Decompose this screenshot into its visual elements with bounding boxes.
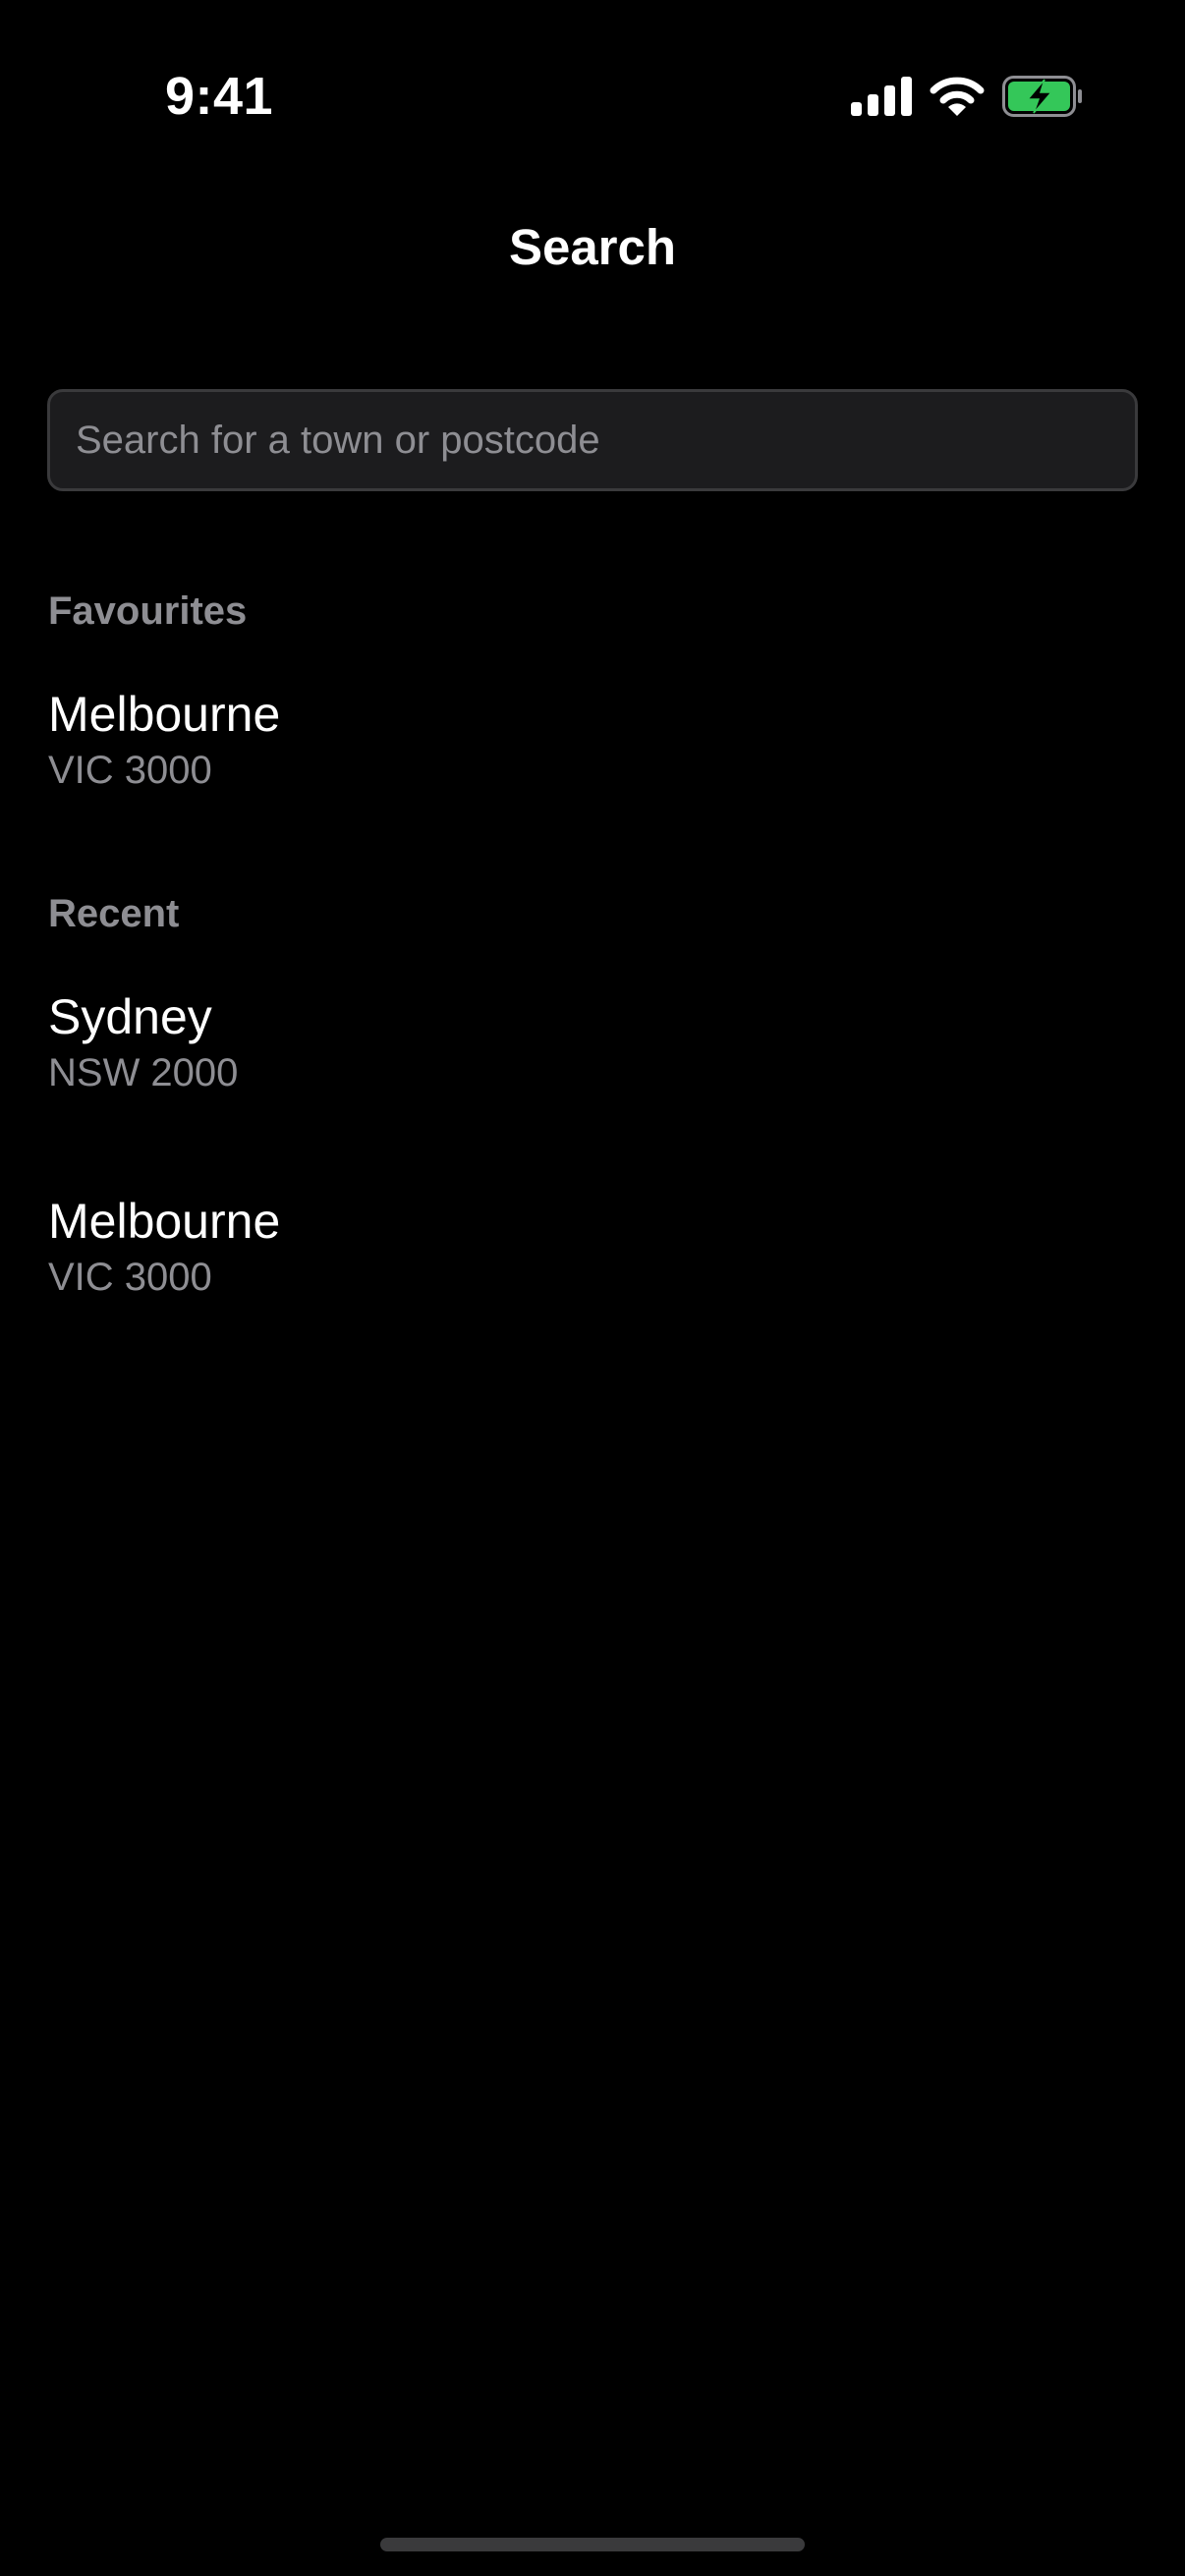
location-name: Melbourne <box>48 687 281 742</box>
status-time: 9:41 <box>165 67 274 126</box>
location-detail: VIC 3000 <box>48 1256 212 1299</box>
location-name: Melbourne <box>48 1194 281 1249</box>
location-name: Sydney <box>48 989 212 1044</box>
battery-charging-icon <box>1002 76 1082 117</box>
home-indicator[interactable] <box>380 2538 805 2551</box>
location-detail: NSW 2000 <box>48 1051 239 1094</box>
cellular-signal-icon <box>851 77 912 116</box>
search-input[interactable] <box>50 392 1135 488</box>
favourite-item[interactable]: Melbourne VIC 3000 <box>48 685 1139 812</box>
status-bar: 9:41 <box>0 0 1185 187</box>
recent-item[interactable]: Sydney NSW 2000 <box>48 987 1139 1115</box>
page-title: Search <box>508 219 677 275</box>
favourites-header: Favourites <box>48 589 248 633</box>
wifi-icon <box>930 77 985 116</box>
search-field[interactable] <box>47 389 1138 491</box>
recent-item[interactable]: Melbourne VIC 3000 <box>48 1192 1139 1319</box>
location-detail: VIC 3000 <box>48 749 212 792</box>
recent-header: Recent <box>48 892 180 935</box>
status-icons <box>851 71 1083 122</box>
